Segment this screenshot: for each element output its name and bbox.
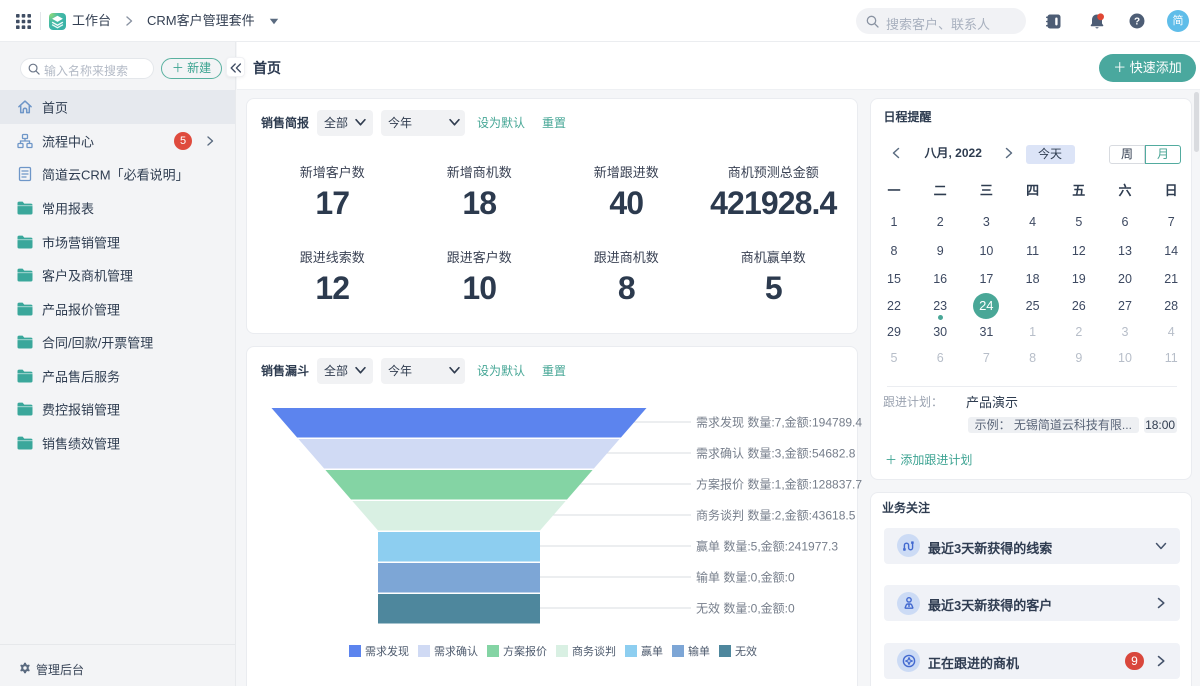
svg-text:?: ? [1134,17,1140,28]
